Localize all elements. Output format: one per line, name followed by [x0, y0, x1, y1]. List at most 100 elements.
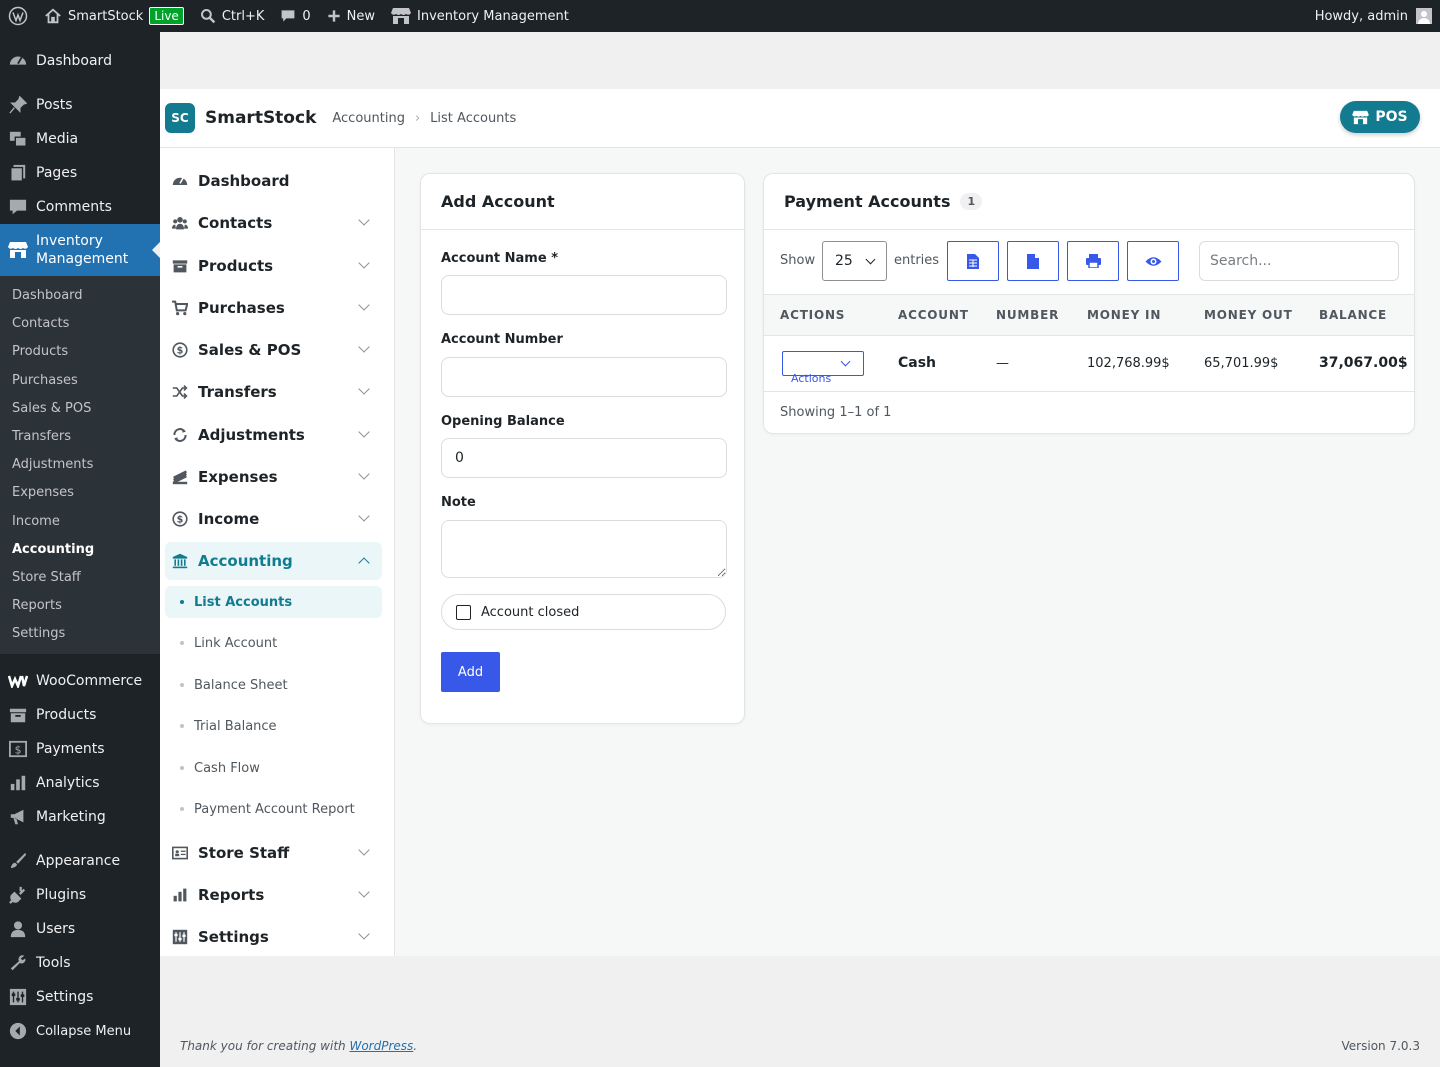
admin-bar: SmartStock Live Ctrl+K 0 New Inventory M… [0, 0, 1440, 32]
nav-transfers[interactable]: Transfers [165, 373, 382, 411]
submenu-expenses[interactable]: Expenses [0, 479, 160, 507]
add-account-button[interactable]: Add [441, 652, 500, 692]
command-palette-button[interactable]: Ctrl+K [192, 0, 273, 32]
nav-link-account-label: Link Account [194, 635, 278, 651]
submenu-reports[interactable]: Reports [0, 592, 160, 620]
submenu-sales-pos[interactable]: Sales & POS [0, 395, 160, 423]
nav-payment-account-report[interactable]: Payment Account Report [165, 793, 382, 825]
note-textarea[interactable] [441, 520, 727, 578]
submenu-accounting[interactable]: Accounting [0, 536, 160, 564]
account-number-input[interactable] [441, 357, 727, 397]
submenu-transfers[interactable]: Transfers [0, 423, 160, 451]
submenu-settings[interactable]: Settings [0, 620, 160, 648]
col-money-out[interactable]: MONEY OUT [1204, 308, 1293, 322]
settings-icon [8, 987, 28, 1007]
nav-income-label: Income [198, 510, 260, 528]
col-number[interactable]: NUMBER [996, 308, 1059, 322]
comments-link[interactable]: 0 [272, 0, 318, 32]
menu-media[interactable]: Media [0, 122, 160, 156]
wordpress-link[interactable]: WordPress [349, 1039, 413, 1053]
nav-sales-pos-label: Sales & POS [198, 341, 302, 359]
submenu-store-staff[interactable]: Store Staff [0, 564, 160, 592]
nav-link-account[interactable]: Link Account [165, 627, 382, 659]
nav-transfers-label: Transfers [198, 383, 277, 401]
col-money-in[interactable]: MONEY IN [1087, 308, 1161, 322]
nav-adjustments[interactable]: Adjustments [165, 416, 382, 454]
menu-products[interactable]: Products [0, 698, 160, 732]
nav-cash-flow[interactable]: Cash Flow [165, 752, 382, 784]
submenu-purchases[interactable]: Purchases [0, 367, 160, 395]
row-actions-button[interactable]: Actions [782, 351, 864, 385]
pos-button[interactable]: POS [1340, 101, 1420, 133]
nav-accounting[interactable]: Accounting [165, 542, 382, 580]
export-pdf-button[interactable] [1007, 241, 1059, 281]
nav-balance-sheet[interactable]: Balance Sheet [165, 669, 382, 701]
megaphone-icon [8, 807, 28, 827]
nav-income[interactable]: $ Income [165, 500, 382, 538]
menu-inventory-management[interactable]: Inventory Management [0, 224, 160, 276]
menu-posts-label: Posts [36, 97, 73, 113]
new-content-link[interactable]: New [319, 0, 383, 32]
inventory-management-link[interactable]: Inventory Management [383, 0, 577, 32]
menu-woocommerce-label: WooCommerce [36, 673, 143, 690]
paintbrush-icon [8, 851, 28, 871]
submenu-income[interactable]: Income [0, 508, 160, 536]
menu-settings[interactable]: Settings [0, 980, 160, 1014]
cell-money-out: 65,701.99$ [1204, 356, 1279, 371]
nav-contacts[interactable]: Contacts [165, 204, 382, 242]
breadcrumb-accounting[interactable]: Accounting [332, 111, 405, 126]
media-icon [8, 129, 28, 149]
menu-plugins[interactable]: Plugins [0, 878, 160, 912]
col-balance[interactable]: BALANCE [1319, 308, 1387, 322]
add-account-card: Add Account Account Name * Account Numbe… [420, 173, 745, 724]
menu-comments[interactable]: Comments [0, 190, 160, 224]
account-name-input[interactable] [441, 275, 727, 315]
nav-products[interactable]: Products [165, 247, 382, 285]
menu-payments[interactable]: $ Payments [0, 732, 160, 766]
submenu-adjustments[interactable]: Adjustments [0, 451, 160, 479]
print-button[interactable] [1067, 241, 1119, 281]
submenu-products[interactable]: Products [0, 338, 160, 366]
col-account[interactable]: ACCOUNT [898, 308, 969, 322]
collapse-menu-button[interactable]: Collapse Menu [0, 1014, 160, 1048]
nav-store-staff[interactable]: Store Staff [165, 834, 382, 872]
nav-sales-pos[interactable]: $ Sales & POS [165, 331, 382, 369]
column-visibility-button[interactable] [1127, 241, 1179, 281]
search-input[interactable] [1199, 241, 1399, 281]
opening-balance-input[interactable] [441, 438, 727, 478]
page-size-select[interactable]: 25 [822, 241, 887, 281]
submenu-contacts[interactable]: Contacts [0, 310, 160, 338]
my-account-link[interactable]: Howdy, admin [1315, 8, 1440, 24]
nav-dashboard[interactable]: Dashboard [165, 162, 382, 200]
menu-analytics[interactable]: Analytics [0, 766, 160, 800]
menu-pages[interactable]: Pages [0, 156, 160, 190]
nav-expenses[interactable]: Expenses [165, 458, 382, 496]
menu-users[interactable]: Users [0, 912, 160, 946]
account-closed-checkbox[interactable] [456, 604, 471, 620]
menu-tools[interactable]: Tools [0, 946, 160, 980]
menu-woocommerce[interactable]: WooCommerce [0, 664, 160, 698]
account-closed-toggle[interactable]: Account closed [441, 594, 726, 630]
nav-trial-balance[interactable]: Trial Balance [165, 710, 382, 742]
brand-logo[interactable]: SC [165, 103, 195, 133]
menu-posts[interactable]: Posts [0, 88, 160, 122]
submenu-dashboard[interactable]: Dashboard [0, 282, 160, 310]
nav-reports[interactable]: Reports [165, 876, 382, 914]
money-stack-icon [171, 469, 189, 485]
breadcrumb-current: List Accounts [430, 110, 517, 126]
menu-marketing[interactable]: Marketing [0, 800, 160, 834]
menu-dashboard[interactable]: Dashboard [0, 44, 160, 78]
nav-settings[interactable]: Settings [165, 918, 382, 956]
col-actions[interactable]: ACTIONS [780, 308, 845, 322]
nav-list-accounts[interactable]: List Accounts [165, 586, 382, 618]
svg-text:$: $ [177, 515, 184, 526]
nav-purchases[interactable]: Purchases [165, 289, 382, 327]
wp-logo-button[interactable] [0, 0, 36, 32]
search-icon [200, 9, 216, 24]
export-csv-button[interactable] [947, 241, 999, 281]
site-name-link[interactable]: SmartStock Live [36, 0, 192, 32]
brand-name[interactable]: SmartStock [205, 108, 316, 128]
footer-thanks-prefix: Thank you for creating with [180, 1039, 350, 1053]
eye-icon [1145, 256, 1161, 266]
menu-appearance[interactable]: Appearance [0, 844, 160, 878]
